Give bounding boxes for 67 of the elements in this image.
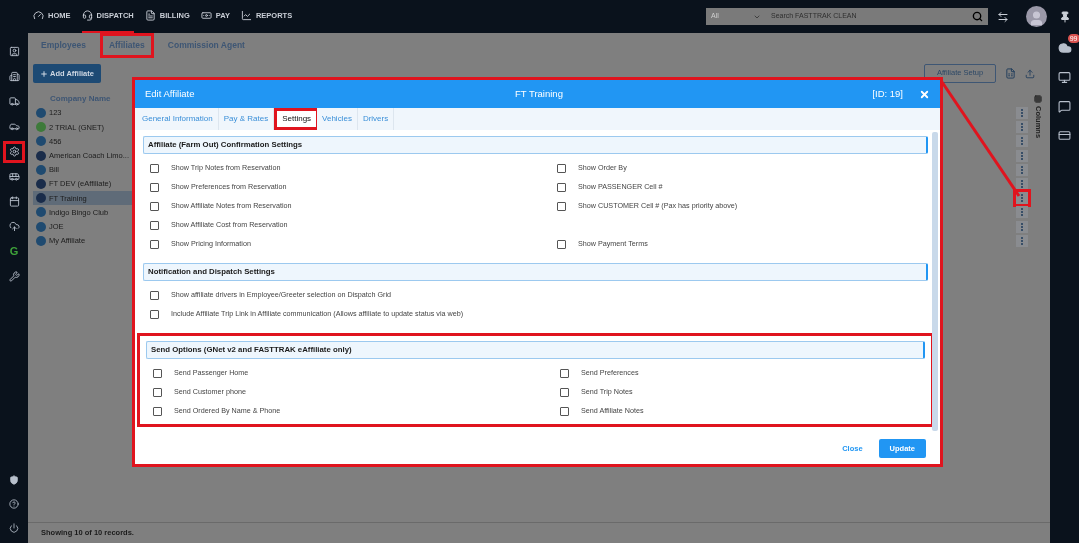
checkbox[interactable] bbox=[557, 240, 566, 249]
dialog-title: Edit Affiliate bbox=[145, 86, 196, 101]
row-menu-button[interactable] bbox=[1016, 163, 1028, 176]
plus-icon bbox=[40, 69, 48, 78]
gauge-icon bbox=[33, 10, 44, 21]
shield-icon[interactable] bbox=[9, 475, 19, 485]
checkbox[interactable] bbox=[153, 369, 162, 378]
row-menu-button[interactable] bbox=[1016, 234, 1028, 247]
cloud-icon[interactable] bbox=[1057, 41, 1072, 55]
checkbox[interactable] bbox=[557, 164, 566, 173]
record-id: [ID: 19] bbox=[871, 86, 903, 101]
checkbox[interactable] bbox=[560, 407, 569, 416]
checkbox[interactable] bbox=[150, 221, 159, 230]
dialog-tab[interactable]: Drivers bbox=[357, 108, 395, 130]
checkbox[interactable] bbox=[150, 164, 159, 173]
row-menu-button[interactable] bbox=[1016, 121, 1028, 134]
arrows-icon[interactable] bbox=[997, 10, 1009, 23]
spreadsheet-icon[interactable] bbox=[1005, 68, 1016, 79]
user-icon bbox=[8, 46, 20, 57]
checkbox[interactable] bbox=[150, 240, 159, 249]
scrollbar[interactable] bbox=[932, 132, 938, 431]
row-menu-button[interactable] bbox=[1016, 135, 1028, 148]
column-header: Company Name bbox=[50, 92, 111, 105]
headset-icon bbox=[81, 10, 93, 21]
power-icon[interactable] bbox=[9, 523, 19, 533]
checkbox[interactable] bbox=[560, 369, 569, 378]
checkbox[interactable] bbox=[150, 183, 159, 192]
search-icon bbox=[972, 11, 983, 22]
row-menu-button[interactable] bbox=[1016, 206, 1028, 219]
checkbox[interactable] bbox=[150, 202, 159, 211]
dialog-tab[interactable]: General Information bbox=[137, 108, 219, 130]
checkbox[interactable] bbox=[150, 291, 159, 300]
grid-icon bbox=[1034, 95, 1042, 103]
wrench-icon bbox=[8, 271, 20, 282]
settings-icon bbox=[8, 146, 20, 157]
cloud-icon bbox=[8, 221, 20, 232]
checkbox[interactable] bbox=[557, 183, 566, 192]
building-icon bbox=[8, 71, 20, 82]
dialog-tab[interactable]: Settings bbox=[274, 108, 318, 130]
checkbox[interactable] bbox=[150, 310, 159, 319]
checkbox[interactable] bbox=[560, 388, 569, 397]
row-menu-button[interactable] bbox=[1016, 178, 1028, 191]
checkbox[interactable] bbox=[557, 202, 566, 211]
dialog-tab[interactable]: Vehicles bbox=[317, 108, 358, 130]
monitor-icon[interactable] bbox=[1058, 71, 1071, 84]
chat-icon[interactable] bbox=[1058, 100, 1071, 113]
checkbox[interactable] bbox=[153, 407, 162, 416]
calendar-icon bbox=[8, 196, 20, 207]
car-icon bbox=[8, 121, 20, 132]
truck-icon bbox=[8, 96, 20, 107]
row-menu-button[interactable] bbox=[1016, 107, 1028, 120]
card-icon[interactable] bbox=[1058, 129, 1071, 142]
row-menu-button[interactable] bbox=[1016, 192, 1028, 205]
row-menu-button[interactable] bbox=[1016, 149, 1028, 162]
checkbox[interactable] bbox=[153, 388, 162, 397]
document-icon bbox=[144, 10, 156, 21]
banknote-icon bbox=[200, 10, 212, 21]
line-chart-icon bbox=[240, 10, 252, 21]
row-menu-button[interactable] bbox=[1016, 220, 1028, 233]
logo-button[interactable]: G bbox=[3, 240, 25, 263]
sidebar-button[interactable] bbox=[3, 140, 25, 163]
avatar[interactable] bbox=[1026, 6, 1047, 27]
pin-icon[interactable] bbox=[1059, 10, 1071, 23]
close-icon[interactable] bbox=[919, 88, 930, 100]
dialog-subtitle: FT Training bbox=[514, 86, 564, 101]
help-icon[interactable] bbox=[9, 499, 19, 509]
bus-icon bbox=[8, 171, 20, 182]
